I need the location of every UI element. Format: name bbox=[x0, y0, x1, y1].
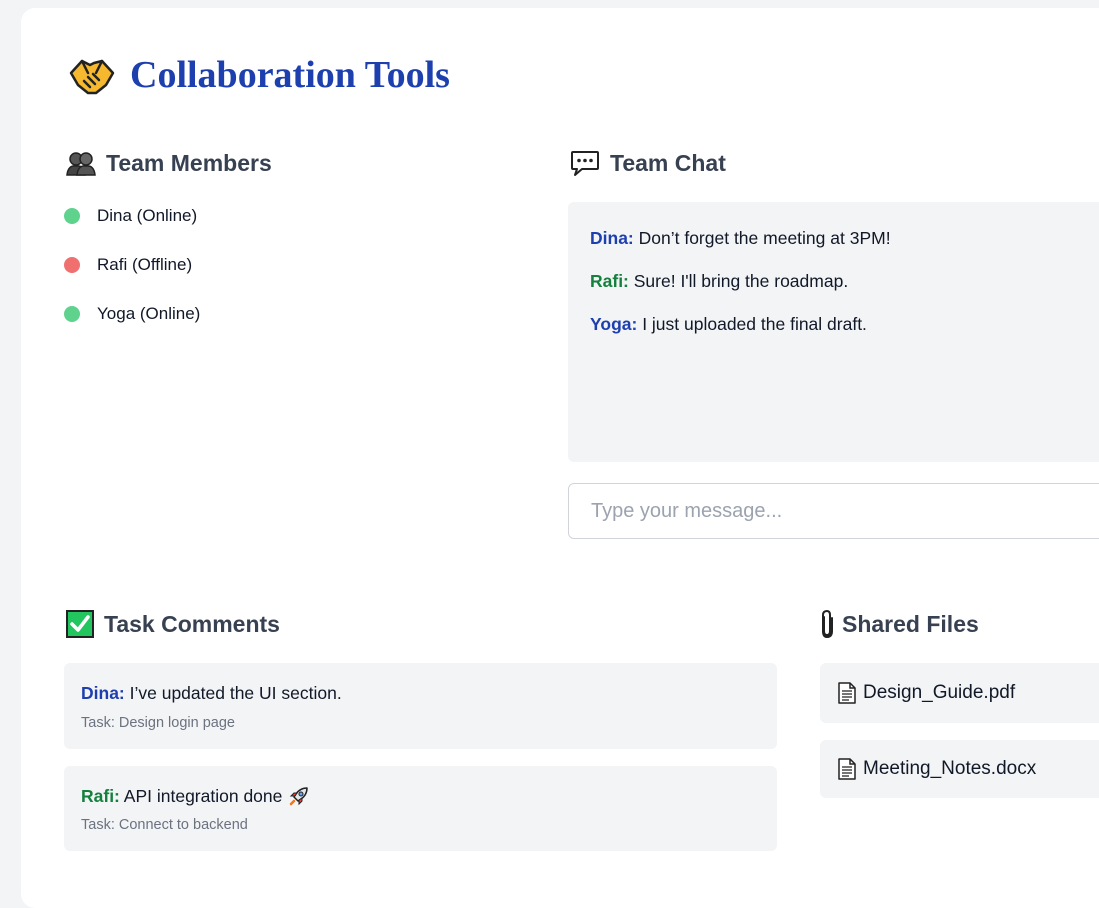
comment-card[interactable]: Dina: I’ve updated the UI section. Task:… bbox=[64, 663, 777, 749]
comment-card[interactable]: Rafi: API integration done Task: Connect… bbox=[64, 766, 777, 851]
team-members-heading: Team Members bbox=[66, 148, 272, 178]
paperclip-icon bbox=[818, 609, 836, 639]
chat-text: Sure! I'll bring the roadmap. bbox=[628, 271, 849, 291]
chat-sender: Rafi: bbox=[590, 271, 629, 291]
chat-message: Dina: Don’t forget the meeting at 3PM! bbox=[590, 228, 891, 249]
page-title: Collaboration Tools bbox=[130, 54, 450, 96]
shared-files-title: Shared Files bbox=[842, 610, 979, 637]
task-comments-heading: Task Comments bbox=[66, 608, 280, 640]
file-name: Meeting_Notes.docx bbox=[863, 758, 1037, 779]
comment-text: API integration done bbox=[119, 785, 283, 806]
task-comments-title: Task Comments bbox=[104, 610, 280, 637]
check-mark-icon bbox=[66, 610, 94, 638]
comment-author: Rafi: bbox=[81, 785, 120, 806]
comment-task: Task: Connect to backend bbox=[81, 817, 248, 833]
member-item-rafi[interactable]: Rafi (Offline) bbox=[64, 252, 200, 278]
member-label: Yoga (Online) bbox=[97, 304, 201, 323]
team-members-title: Team Members bbox=[106, 149, 272, 176]
people-icon bbox=[66, 150, 96, 176]
file-name: Design_Guide.pdf bbox=[863, 682, 1016, 703]
comment-body: Rafi: API integration done bbox=[81, 785, 310, 807]
member-list: Dina (Online) Rafi (Offline) Yoga (Onlin… bbox=[64, 203, 200, 350]
team-chat-heading: Team Chat bbox=[570, 148, 726, 178]
chat-message-input[interactable] bbox=[568, 483, 1099, 539]
chat-messages-panel[interactable]: Dina: Don’t forget the meeting at 3PM! R… bbox=[568, 202, 1099, 462]
chat-message: Yoga: I just uploaded the final draft. bbox=[590, 314, 867, 335]
chat-text: I just uploaded the final draft. bbox=[637, 314, 867, 334]
speech-balloon-icon bbox=[570, 149, 600, 177]
chat-message: Rafi: Sure! I'll bring the roadmap. bbox=[590, 271, 848, 292]
comment-body: Dina: I’ve updated the UI section. bbox=[81, 683, 342, 704]
chat-sender: Dina: bbox=[590, 228, 634, 248]
rocket-icon bbox=[288, 785, 310, 807]
chat-sender: Yoga: bbox=[590, 314, 638, 334]
status-online-icon bbox=[64, 208, 80, 224]
member-label: Rafi (Offline) bbox=[97, 255, 193, 274]
document-icon bbox=[837, 758, 857, 780]
file-item[interactable]: Meeting_Notes.docx bbox=[820, 740, 1099, 798]
shared-files-heading: Shared Files bbox=[818, 608, 979, 640]
status-offline-icon bbox=[64, 257, 80, 273]
comment-task: Task: Design login page bbox=[81, 715, 235, 731]
team-chat-title: Team Chat bbox=[610, 149, 726, 176]
handshake-icon bbox=[68, 55, 116, 95]
member-label: Dina (Online) bbox=[97, 206, 198, 225]
comment-text: I’ve updated the UI section. bbox=[124, 683, 342, 703]
chat-text: Don’t forget the meeting at 3PM! bbox=[633, 228, 891, 248]
file-item[interactable]: Design_Guide.pdf bbox=[820, 663, 1099, 723]
comment-author: Dina: bbox=[81, 683, 125, 703]
member-item-dina[interactable]: Dina (Online) bbox=[64, 203, 200, 229]
status-online-icon bbox=[64, 306, 80, 322]
member-item-yoga[interactable]: Yoga (Online) bbox=[64, 301, 200, 327]
page-header: Collaboration Tools bbox=[68, 52, 450, 98]
document-icon bbox=[837, 682, 857, 704]
